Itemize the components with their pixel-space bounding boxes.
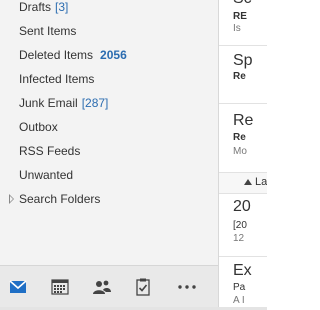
folder-label: Sent Items bbox=[19, 24, 77, 38]
group-header[interactable]: La bbox=[219, 172, 267, 194]
folder-infected-items[interactable]: Infected Items bbox=[0, 68, 218, 90]
message-preview: 12 bbox=[233, 233, 245, 244]
folder-outbox[interactable]: Outbox bbox=[0, 116, 218, 138]
folder-junk-email[interactable]: Junk Email [287] bbox=[0, 92, 218, 114]
folder-pane: Drafts [3] Sent Items Deleted Items 2056 I… bbox=[0, 0, 219, 310]
expand-arrow-icon[interactable] bbox=[9, 194, 14, 204]
message-preview: Mo bbox=[233, 146, 247, 157]
message-divider bbox=[219, 256, 267, 257]
message-divider bbox=[219, 103, 267, 104]
nav-mail-button[interactable] bbox=[0, 266, 36, 308]
group-label: La bbox=[255, 176, 267, 188]
message-sender: RE bbox=[233, 11, 247, 22]
message-sender: Pa bbox=[233, 282, 246, 293]
folder-drafts[interactable]: Drafts [3] bbox=[0, 0, 218, 18]
people-icon bbox=[93, 280, 111, 294]
message-list-pane: Sc RE Is Sp Re Re Re Mo La 20 [20 12 Ex … bbox=[219, 0, 267, 310]
message-sender: [20 bbox=[233, 220, 247, 231]
calendar-icon bbox=[51, 279, 69, 295]
folder-label: Junk Email [287] bbox=[19, 96, 109, 110]
folder-label: Unwanted bbox=[19, 168, 74, 182]
message-sender: Re bbox=[233, 71, 246, 82]
message-sender: Re bbox=[233, 132, 246, 143]
message-divider bbox=[219, 45, 267, 46]
collapse-arrow-icon bbox=[244, 179, 252, 185]
more-icon bbox=[178, 285, 196, 289]
mail-icon bbox=[9, 280, 27, 293]
folder-search-folders[interactable]: Search Folders bbox=[0, 188, 218, 210]
unread-count: [287] bbox=[81, 96, 109, 110]
folder-unwanted[interactable]: Unwanted bbox=[0, 164, 218, 186]
folder-label: RSS Feeds bbox=[19, 144, 81, 158]
nav-tasks-button[interactable] bbox=[125, 266, 161, 308]
nav-people-button[interactable] bbox=[83, 266, 119, 308]
message-preview: A I bbox=[233, 295, 245, 306]
folder-label: Infected Items bbox=[19, 72, 95, 86]
folder-label: Drafts [3] bbox=[19, 0, 69, 14]
nav-more-button[interactable] bbox=[167, 266, 203, 308]
unread-count: [3] bbox=[55, 0, 69, 14]
nav-calendar-button[interactable] bbox=[42, 266, 78, 308]
message-preview: Is bbox=[233, 23, 241, 34]
navigation-bar bbox=[0, 265, 218, 308]
message-title[interactable]: Ex bbox=[233, 262, 252, 280]
folder-sent-items[interactable]: Sent Items bbox=[0, 20, 218, 42]
folder-label: Outbox bbox=[19, 120, 58, 134]
message-title[interactable]: Sp bbox=[233, 52, 253, 70]
folder-label: Search Folders bbox=[19, 192, 101, 206]
folder-deleted-items[interactable]: Deleted Items 2056 bbox=[0, 44, 218, 66]
folder-rss-feeds[interactable]: RSS Feeds bbox=[0, 140, 218, 162]
message-title[interactable]: 20 bbox=[233, 198, 251, 216]
folder-label: Deleted Items 2056 bbox=[19, 48, 127, 62]
message-title[interactable]: Re bbox=[233, 112, 253, 130]
message-title[interactable]: Sc bbox=[233, 0, 252, 8]
item-count: 2056 bbox=[100, 48, 127, 62]
tasks-icon bbox=[136, 278, 150, 296]
